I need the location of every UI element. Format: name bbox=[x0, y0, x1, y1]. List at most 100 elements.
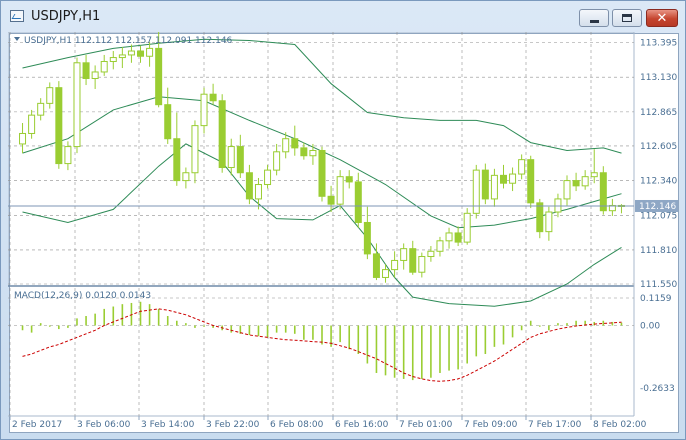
candle-body bbox=[55, 87, 63, 165]
candle bbox=[400, 243, 408, 270]
candle-body bbox=[372, 253, 380, 278]
candle-body bbox=[472, 169, 480, 214]
candle bbox=[481, 163, 489, 205]
candle bbox=[73, 57, 81, 154]
macd-axis-label: 0.00 bbox=[640, 322, 660, 332]
chart-window-icon bbox=[10, 10, 24, 22]
price-axis-label: 112.075 bbox=[640, 211, 677, 221]
candle-body bbox=[146, 47, 154, 57]
candle bbox=[254, 177, 262, 210]
candle-body bbox=[481, 169, 489, 200]
price-axis-label: 112.605 bbox=[640, 142, 677, 152]
macd-histogram bbox=[21, 301, 623, 381]
candle-body bbox=[245, 172, 253, 200]
candle-body bbox=[155, 47, 163, 106]
candle bbox=[19, 123, 27, 154]
time-axis-label: 2 Feb 2017 bbox=[12, 420, 62, 430]
candle bbox=[218, 94, 226, 173]
candle-body bbox=[518, 159, 526, 175]
candle bbox=[536, 198, 544, 239]
candle-body bbox=[46, 87, 54, 104]
candle-body bbox=[127, 50, 135, 56]
candle-body bbox=[164, 104, 172, 140]
candle-body bbox=[91, 71, 99, 80]
candle-body bbox=[391, 259, 399, 271]
price-axis-label: 111.810 bbox=[640, 246, 677, 256]
price-axis-label: 112.340 bbox=[640, 177, 677, 187]
candle-body bbox=[73, 62, 81, 148]
candle-body bbox=[509, 173, 517, 184]
candle bbox=[46, 82, 54, 109]
price-axis-label: 112.865 bbox=[640, 108, 677, 118]
candle-body bbox=[336, 176, 344, 205]
candle-body bbox=[427, 250, 435, 258]
dropdown-arrow-icon bbox=[14, 37, 20, 41]
close-icon: ✕ bbox=[656, 10, 668, 26]
candle-body bbox=[436, 240, 444, 252]
maximize-button[interactable] bbox=[612, 9, 642, 27]
candle bbox=[137, 45, 145, 63]
time-axis-label: 7 Feb 01:00 bbox=[399, 420, 453, 430]
time-axis-label: 3 Feb 06:00 bbox=[77, 420, 131, 430]
candle-body bbox=[200, 93, 208, 127]
candle bbox=[472, 164, 480, 219]
candle bbox=[309, 143, 317, 165]
candle-body bbox=[445, 232, 453, 242]
price-axis-label: 113.130 bbox=[640, 73, 677, 83]
close-button[interactable]: ✕ bbox=[646, 9, 678, 27]
candle bbox=[236, 134, 244, 178]
candle bbox=[463, 208, 471, 245]
candle bbox=[499, 164, 507, 189]
candle-body bbox=[264, 169, 272, 186]
candle-body bbox=[182, 172, 190, 182]
candle bbox=[28, 109, 36, 139]
candle-body bbox=[327, 195, 335, 205]
time-axis-label: 7 Feb 17:00 bbox=[528, 420, 582, 430]
candle-body bbox=[536, 202, 544, 233]
candle-body bbox=[581, 176, 589, 187]
candle bbox=[191, 120, 199, 184]
candle bbox=[245, 164, 253, 205]
candle-body bbox=[354, 181, 362, 223]
candle-body bbox=[418, 256, 426, 273]
candle bbox=[127, 44, 135, 63]
bollinger-band-upper bbox=[22, 38, 622, 154]
candle bbox=[182, 167, 190, 189]
candle bbox=[490, 168, 498, 207]
candle bbox=[554, 193, 562, 218]
candle bbox=[572, 172, 580, 192]
candle bbox=[37, 98, 45, 121]
candle bbox=[590, 149, 598, 184]
candle-body bbox=[300, 147, 308, 157]
candle bbox=[55, 81, 63, 169]
ohlc-header: USDJPY,H1 112.112 112.157 112.091 112.14… bbox=[24, 36, 233, 46]
candle bbox=[518, 154, 526, 180]
candle bbox=[409, 240, 417, 275]
candle bbox=[264, 164, 272, 189]
candle bbox=[82, 54, 90, 86]
candle-body bbox=[227, 146, 235, 169]
candle-body bbox=[490, 174, 498, 200]
time-axis-label: 7 Feb 09:00 bbox=[464, 420, 518, 430]
candle-body bbox=[236, 146, 244, 174]
candle-body bbox=[409, 248, 417, 273]
current-price-label: 112.146 bbox=[639, 202, 676, 212]
window-title: USDJPY,H1 bbox=[31, 9, 101, 24]
chart-canvas[interactable]: 113.395 113.130 112.865 112.605 112.340 112.0… bbox=[8, 32, 678, 432]
time-axis-label: 6 Feb 08:00 bbox=[270, 420, 324, 430]
candle-body bbox=[563, 180, 571, 200]
candle bbox=[599, 166, 607, 215]
candle-body bbox=[37, 102, 45, 116]
candle bbox=[345, 170, 353, 189]
candle-body bbox=[545, 211, 553, 233]
candle bbox=[100, 54, 108, 76]
candle-body bbox=[291, 138, 299, 149]
candle-body bbox=[318, 149, 326, 197]
candle bbox=[608, 198, 616, 216]
price-axis-label: 111.550 bbox=[640, 280, 677, 290]
candle-body bbox=[82, 62, 90, 80]
title-bar[interactable]: USDJPY,H1 ✕ bbox=[1, 1, 686, 33]
candle-body bbox=[572, 180, 580, 187]
minimize-button[interactable] bbox=[579, 9, 609, 27]
candle bbox=[291, 125, 299, 156]
